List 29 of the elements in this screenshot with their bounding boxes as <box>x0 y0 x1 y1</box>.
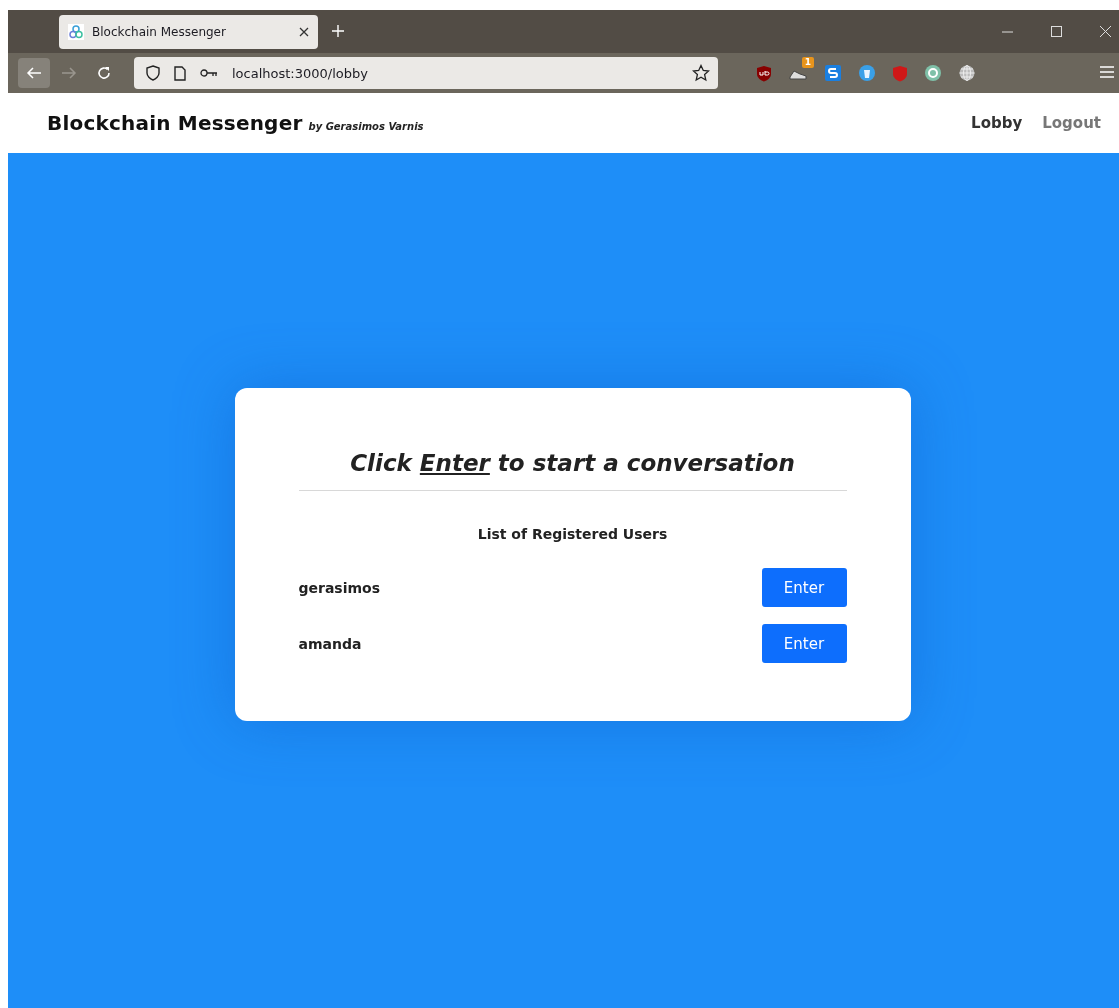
key-icon <box>200 68 218 78</box>
back-arrow-icon <box>26 66 42 80</box>
brand-title[interactable]: Blockchain Messenger <box>47 111 303 135</box>
nav-link[interactable]: Logout <box>1042 114 1101 132</box>
maximize-icon[interactable] <box>1051 26 1062 37</box>
user-name: amanda <box>298 635 362 652</box>
enter-button[interactable]: Enter <box>761 624 847 663</box>
author-byline: by Gerasimos Varnis <box>308 120 424 132</box>
shield-icon[interactable] <box>756 64 772 82</box>
menu-icon[interactable] <box>1099 64 1115 79</box>
notification-badge: 1 <box>801 57 814 68</box>
new-tab-icon[interactable] <box>332 25 344 37</box>
globe-icon[interactable] <box>958 64 976 82</box>
page-icon <box>174 65 186 81</box>
card-heading: Click Enter to start a conversation <box>298 450 847 491</box>
user-name: gerasimos <box>298 579 381 596</box>
browser-tab[interactable]: Blockchain Messenger <box>59 14 318 49</box>
shield-icon <box>146 65 160 81</box>
s-square-icon[interactable] <box>824 64 842 82</box>
enter-button[interactable]: Enter <box>761 568 847 607</box>
nav-link[interactable]: Lobby <box>971 114 1023 132</box>
address-bar[interactable]: localhost:3000/lobby <box>134 57 718 89</box>
favicon-icon <box>68 23 84 40</box>
reload-icon[interactable] <box>96 65 112 81</box>
enter-link[interactable]: Enter <box>419 450 490 476</box>
star-icon[interactable] <box>692 64 710 82</box>
list-title: List of Registered Users <box>476 526 669 542</box>
back-button[interactable] <box>18 58 50 88</box>
close-icon[interactable] <box>299 26 309 37</box>
